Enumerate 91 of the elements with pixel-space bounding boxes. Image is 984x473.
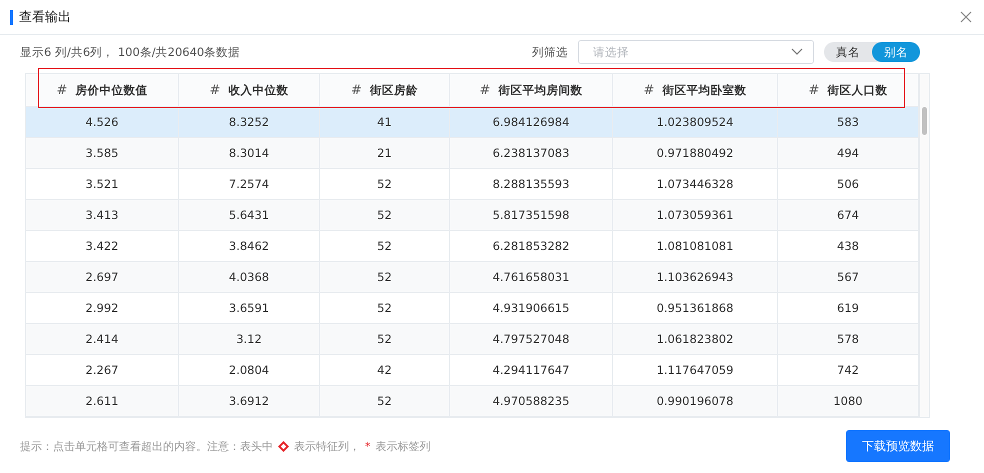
table-cell[interactable]: 0.990196078 — [613, 386, 778, 417]
table-cell[interactable]: 583 — [778, 107, 919, 138]
table-cell[interactable]: 1.103626943 — [613, 262, 778, 293]
numeric-type-icon: # — [56, 82, 68, 98]
table-cell[interactable]: 742 — [778, 355, 919, 386]
column-header[interactable]: # 收入中位数 — [179, 74, 320, 107]
table-cell[interactable]: 8.288135593 — [450, 169, 613, 200]
name-toggle-option[interactable]: 真名 — [824, 42, 872, 62]
table-cell[interactable]: 674 — [778, 200, 919, 231]
table-cell[interactable]: 42 — [320, 355, 450, 386]
column-header[interactable]: # 街区人口数 — [778, 74, 919, 107]
table-cell[interactable]: 1.073059361 — [613, 200, 778, 231]
table-cell[interactable]: 52 — [320, 324, 450, 355]
table-cell[interactable]: 1080 — [778, 386, 919, 417]
table-cell[interactable]: 3.6912 — [179, 386, 320, 417]
table-cell[interactable]: 0.951361868 — [613, 293, 778, 324]
column-header[interactable]: # 房价中位数值 — [26, 74, 179, 107]
table-cell[interactable]: 8.3014 — [179, 138, 320, 169]
table-cell[interactable]: 5.817351598 — [450, 200, 613, 231]
table-cell[interactable]: 3.422 — [26, 231, 179, 262]
column-header[interactable]: # 街区房龄 — [320, 74, 450, 107]
table-cell[interactable]: 1.061823802 — [613, 324, 778, 355]
table-cell[interactable]: 3.585 — [26, 138, 179, 169]
table-cell[interactable]: 4.970588235 — [450, 386, 613, 417]
table-cell[interactable]: 3.6591 — [179, 293, 320, 324]
table-cell[interactable]: 2.267 — [26, 355, 179, 386]
table-cell[interactable]: 506 — [778, 169, 919, 200]
column-header[interactable]: # 街区平均卧室数 — [613, 74, 778, 107]
table-cell[interactable]: 3.521 — [26, 169, 179, 200]
table-cell[interactable]: 8.3252 — [179, 107, 320, 138]
table-cell[interactable]: 4.294117647 — [450, 355, 613, 386]
table-cell[interactable]: 3.8462 — [179, 231, 320, 262]
hint-text: 提示：点击单元格可查看超出的内容。注意：表头中 — [20, 438, 273, 454]
table-cell[interactable]: 1.081081081 — [613, 231, 778, 262]
table-cell[interactable]: 4.761658031 — [450, 262, 613, 293]
table-cell[interactable]: 1.073446328 — [613, 169, 778, 200]
feature-column-icon — [278, 440, 289, 452]
column-title: 街区平均卧室数 — [662, 82, 746, 98]
table-cell[interactable]: 2.0804 — [179, 355, 320, 386]
chevron-down-icon — [791, 48, 803, 56]
table-cell[interactable]: 619 — [778, 293, 919, 324]
table-cell[interactable]: 52 — [320, 231, 450, 262]
column-title: 街区房龄 — [370, 82, 418, 98]
filter-label: 列筛选 — [532, 44, 568, 60]
hint-text: 表示标签列 — [376, 438, 430, 454]
table-cell[interactable]: 2.992 — [26, 293, 179, 324]
table-cell[interactable]: 438 — [778, 231, 919, 262]
column-title: 收入中位数 — [228, 82, 288, 98]
column-title: 房价中位数值 — [75, 82, 148, 98]
table-cell[interactable]: 494 — [778, 138, 919, 169]
table-cell[interactable]: 3.12 — [179, 324, 320, 355]
table-cell[interactable]: 0.971880492 — [613, 138, 778, 169]
column-title: 街区人口数 — [827, 82, 888, 98]
table-cell[interactable]: 5.6431 — [179, 200, 320, 231]
table-cell[interactable]: 2.414 — [26, 324, 179, 355]
table-cell[interactable]: 52 — [320, 200, 450, 231]
data-summary: 显示6 列/共6列， 100条/共20640条数据 — [20, 44, 242, 60]
column-title: 街区平均房间数 — [498, 82, 582, 98]
table-cell[interactable]: 2.611 — [26, 386, 179, 417]
numeric-type-icon: # — [808, 82, 820, 98]
table-cell[interactable]: 2.697 — [26, 262, 179, 293]
numeric-type-icon: # — [644, 82, 654, 98]
table-cell[interactable]: 6.238137083 — [450, 138, 613, 169]
table-cell[interactable]: 1.023809524 — [613, 107, 778, 138]
numeric-type-icon: # — [480, 82, 490, 98]
title-accent — [10, 10, 13, 24]
table-cell[interactable]: 578 — [778, 324, 919, 355]
table-cell[interactable]: 4.0368 — [179, 262, 320, 293]
numeric-type-icon: # — [351, 82, 362, 98]
label-column-mark: * — [365, 440, 370, 452]
table-cell[interactable]: 1.117647059 — [613, 355, 778, 386]
table-cell[interactable]: 41 — [320, 107, 450, 138]
table-cell[interactable]: 21 — [320, 138, 450, 169]
close-icon[interactable] — [960, 11, 972, 23]
table-cell[interactable]: 4.526 — [26, 107, 179, 138]
table-cell[interactable]: 52 — [320, 262, 450, 293]
table-cell[interactable]: 6.984126984 — [450, 107, 613, 138]
download-button[interactable]: 下载预览数据 — [846, 430, 950, 462]
column-header[interactable]: # 街区平均房间数 — [450, 74, 613, 107]
table-cell[interactable]: 52 — [320, 293, 450, 324]
table-cell[interactable]: 4.931906615 — [450, 293, 613, 324]
numeric-type-icon: # — [210, 82, 220, 98]
table-cell[interactable]: 6.281853282 — [450, 231, 613, 262]
table-cell[interactable]: 3.413 — [26, 200, 179, 231]
table-cell[interactable]: 7.2574 — [179, 169, 320, 200]
table-cell[interactable]: 4.797527048 — [450, 324, 613, 355]
table-cell[interactable]: 567 — [778, 262, 919, 293]
table-cell[interactable]: 52 — [320, 386, 450, 417]
table-cell[interactable]: 52 — [320, 169, 450, 200]
hint-text: 表示特征列， — [294, 438, 360, 454]
window-title: 查看输出 — [19, 9, 72, 26]
